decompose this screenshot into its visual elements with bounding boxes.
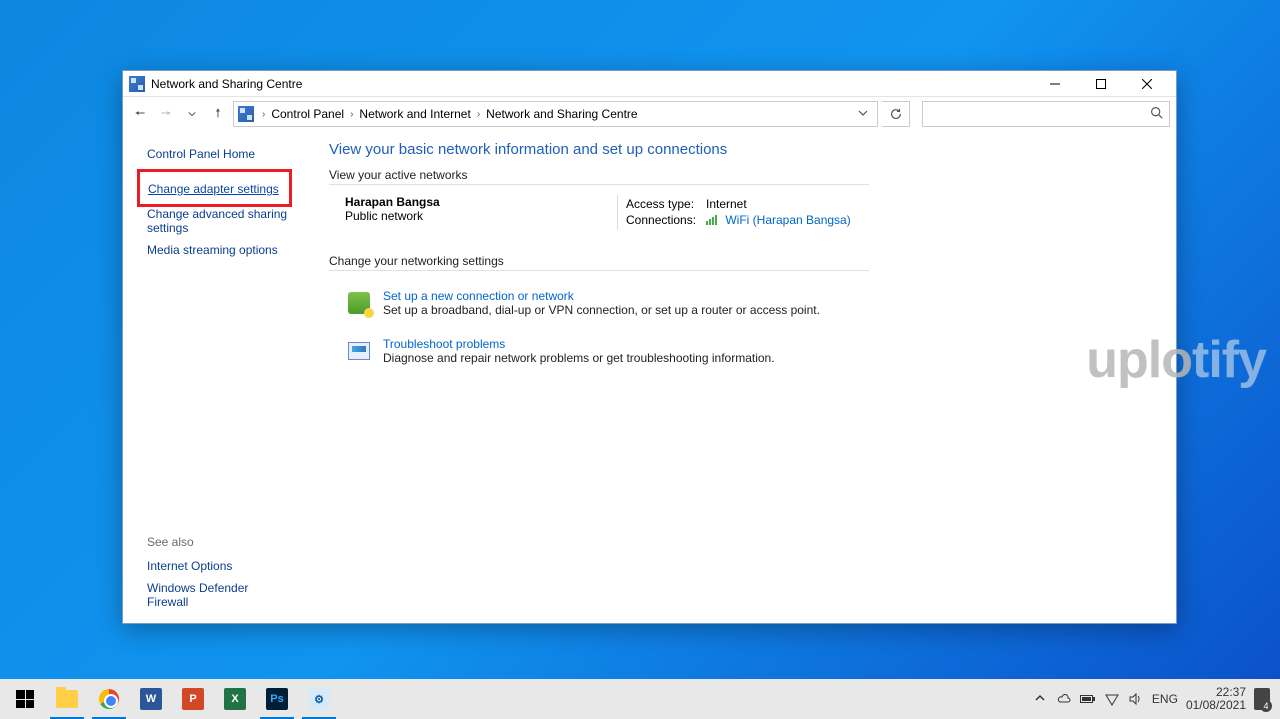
tray-notifications-icon[interactable]: [1254, 691, 1270, 707]
breadcrumb-control-panel[interactable]: Control Panel: [271, 107, 344, 121]
sidebar-internet-options[interactable]: Internet Options: [147, 559, 287, 573]
search-icon: [1150, 106, 1163, 122]
titlebar: Network and Sharing Centre: [123, 71, 1176, 97]
refresh-button[interactable]: [882, 101, 910, 127]
troubleshoot-icon: [345, 337, 373, 365]
setup-connection-icon: [345, 289, 373, 317]
tray-onedrive-icon[interactable]: [1056, 691, 1072, 707]
page-heading: View your basic network information and …: [329, 141, 1156, 158]
address-icon: [238, 106, 254, 122]
breadcrumb-network-sharing[interactable]: Network and Sharing Centre: [486, 107, 637, 121]
taskbar: W P X Ps ⚙ ENG 22:37 01/08/2021: [0, 679, 1280, 719]
chevron-right-icon: ›: [262, 109, 265, 120]
nav-recent-dropdown[interactable]: [181, 103, 203, 125]
address-dropdown[interactable]: [853, 107, 873, 121]
close-button[interactable]: [1124, 71, 1170, 97]
change-settings-label: Change your networking settings: [329, 254, 869, 271]
active-networks-label: View your active networks: [329, 168, 869, 185]
search-box[interactable]: [922, 101, 1170, 127]
taskbar-photoshop[interactable]: Ps: [256, 679, 298, 719]
taskbar-powerpoint[interactable]: P: [172, 679, 214, 719]
sidebar-change-adapter[interactable]: Change adapter settings: [148, 182, 281, 196]
content-area: Control Panel Home Change adapter settin…: [123, 131, 1176, 623]
sidebar-media-streaming[interactable]: Media streaming options: [147, 243, 287, 257]
taskbar-word[interactable]: W: [130, 679, 172, 719]
minimize-button[interactable]: [1032, 71, 1078, 97]
system-tray: ENG 22:37 01/08/2021: [1032, 686, 1276, 712]
nav-back-button[interactable]: 🠔: [129, 103, 151, 125]
address-bar[interactable]: › Control Panel › Network and Internet ›…: [233, 101, 878, 127]
network-name: Harapan Bangsa: [345, 195, 609, 209]
nav-forward-button[interactable]: 🠖: [155, 103, 177, 125]
troubleshoot-desc: Diagnose and repair network problems or …: [383, 351, 775, 365]
wifi-signal-icon: [706, 213, 720, 228]
troubleshoot-link[interactable]: Troubleshoot problems: [383, 337, 775, 351]
sidebar-defender-firewall[interactable]: Windows Defender Firewall: [147, 581, 287, 609]
main-panel: View your basic network information and …: [329, 131, 1176, 623]
sidebar: Control Panel Home Change adapter settin…: [123, 131, 329, 623]
access-type-label: Access type:: [626, 197, 706, 211]
network-type: Public network: [345, 209, 609, 223]
active-network-block: Harapan Bangsa Public network Access typ…: [329, 195, 869, 230]
taskbar-excel[interactable]: X: [214, 679, 256, 719]
tray-clock[interactable]: 22:37 01/08/2021: [1186, 686, 1246, 712]
tray-volume-icon[interactable]: [1128, 691, 1144, 707]
start-button[interactable]: [4, 679, 46, 719]
taskbar-control-panel[interactable]: ⚙: [298, 679, 340, 719]
sidebar-home[interactable]: Control Panel Home: [147, 147, 287, 161]
chevron-right-icon: ›: [350, 109, 353, 120]
breadcrumb-network-internet[interactable]: Network and Internet: [359, 107, 470, 121]
tray-language[interactable]: ENG: [1152, 692, 1178, 706]
navigation-bar: 🠔 🠖 🠕 › Control Panel › Network and Inte…: [123, 97, 1176, 131]
network-icon: [129, 76, 145, 92]
setup-connection-desc: Set up a broadband, dial-up or VPN conne…: [383, 303, 820, 317]
connections-label: Connections:: [626, 213, 706, 228]
setup-connection-item: Set up a new connection or network Set u…: [345, 289, 1156, 317]
access-type-value: Internet: [706, 197, 747, 211]
control-panel-window: Network and Sharing Centre 🠔 🠖 🠕 › Contr…: [122, 70, 1177, 624]
connection-link[interactable]: WiFi (Harapan Bangsa): [725, 213, 850, 227]
taskbar-chrome[interactable]: [88, 679, 130, 719]
maximize-button[interactable]: [1078, 71, 1124, 97]
sidebar-change-advanced[interactable]: Change advanced sharing settings: [147, 207, 321, 235]
tray-battery-icon[interactable]: [1080, 691, 1096, 707]
window-title: Network and Sharing Centre: [151, 77, 302, 91]
nav-up-button[interactable]: 🠕: [207, 103, 229, 125]
tray-overflow-icon[interactable]: [1032, 691, 1048, 707]
tray-network-icon[interactable]: [1104, 691, 1120, 707]
setup-connection-link[interactable]: Set up a new connection or network: [383, 289, 820, 303]
chevron-right-icon: ›: [477, 109, 480, 120]
taskbar-file-explorer[interactable]: [46, 679, 88, 719]
search-input[interactable]: [929, 107, 1150, 121]
highlight-annotation: Change adapter settings: [137, 169, 292, 207]
see-also-label: See also: [147, 535, 321, 549]
troubleshoot-item: Troubleshoot problems Diagnose and repai…: [345, 337, 1156, 365]
